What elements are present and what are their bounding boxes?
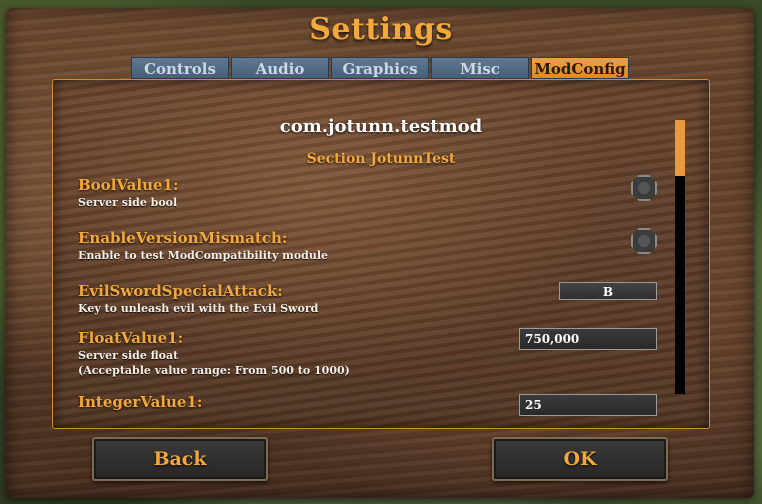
enableversionmismatch-toggle[interactable] xyxy=(631,228,657,254)
floatvalue1-input[interactable]: 750,000 xyxy=(519,328,657,350)
entry-desc-evilswordspecialattack: Key to unleash evil with the Evil Sword xyxy=(78,302,319,315)
boolvalue1-toggle[interactable] xyxy=(631,175,657,201)
ok-button[interactable]: OK xyxy=(492,437,668,481)
entry-name-floatvalue1: FloatValue1: xyxy=(78,329,184,347)
section-header: Section JotunnTest xyxy=(306,151,456,167)
mod-name: com.jotunn.testmod xyxy=(279,116,483,137)
entry-desc-boolvalue1: Server side bool xyxy=(78,196,178,209)
tab-modconfig[interactable]: ModConfig xyxy=(531,57,629,79)
tab-misc[interactable]: Misc xyxy=(431,57,529,79)
entry-desc-enableversionmismatch: Enable to test ModCompatibility module xyxy=(78,249,329,262)
entry-name-integervalue1: IntegerValue1: xyxy=(78,393,203,411)
integervalue1-input[interactable]: 25 xyxy=(519,394,657,416)
window-title: Settings xyxy=(309,12,453,47)
tab-audio[interactable]: Audio xyxy=(231,57,329,79)
config-panel: com.jotunn.testmod Section JotunnTest Bo… xyxy=(52,79,710,429)
scrollbar-thumb[interactable] xyxy=(675,120,685,176)
entry-name-boolvalue1: BoolValue1: xyxy=(78,176,179,194)
entry-name-enableversionmismatch: EnableVersionMismatch: xyxy=(78,229,288,247)
entry-range-floatvalue1: (Acceptable value range: From 500 to 100… xyxy=(78,364,350,377)
tab-graphics[interactable]: Graphics xyxy=(331,57,429,79)
entry-desc-floatvalue1: Server side float xyxy=(78,349,179,362)
evilsword-keybind-button[interactable]: B xyxy=(559,282,657,300)
back-button[interactable]: Back xyxy=(92,437,268,481)
scrollbar-track[interactable] xyxy=(675,120,685,394)
tab-controls[interactable]: Controls xyxy=(131,57,229,79)
entry-name-evilswordspecialattack: EvilSwordSpecialAttack: xyxy=(78,282,283,300)
tab-bar: Controls Audio Graphics Misc ModConfig xyxy=(131,57,629,79)
